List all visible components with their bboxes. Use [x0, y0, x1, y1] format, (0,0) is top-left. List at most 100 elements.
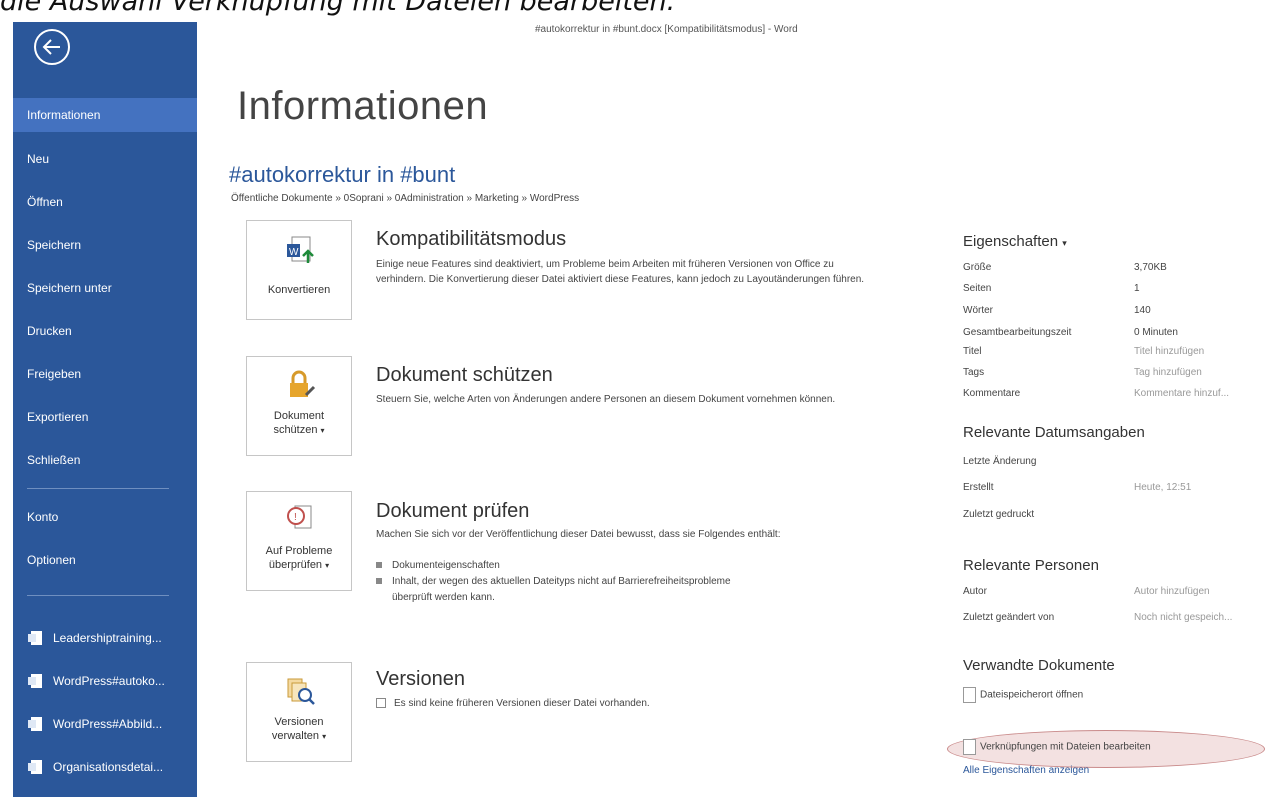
prop-value: 3,70KB	[1134, 262, 1167, 273]
nav-oeffnen[interactable]: Öffnen	[13, 185, 197, 219]
protect-document-label: Dokument	[273, 410, 325, 422]
prop-key: Größe	[963, 262, 992, 273]
nav-drucken[interactable]: Drucken	[13, 314, 197, 348]
prop-value: Noch nicht gespeich...	[1134, 612, 1233, 623]
dropdown-caret-icon: ▾	[322, 732, 327, 741]
versions-icon	[287, 678, 315, 705]
nav-neu[interactable]: Neu	[13, 142, 197, 176]
caption-text: die Auswahl Verknüpfung mit Dateien bear…	[0, 0, 676, 17]
nav-schliessen[interactable]: Schließen	[13, 443, 197, 477]
prop-key: Gesamtbearbeitungszeit	[963, 327, 1072, 338]
show-all-properties-link[interactable]: Alle Eigenschaften anzeigen	[963, 765, 1089, 776]
inspect-bullet-continuation: überprüft werden kann.	[392, 592, 495, 603]
people-heading: Relevante Personen	[963, 557, 1099, 574]
sidebar-divider	[27, 595, 169, 596]
convert-button-label: Konvertieren	[267, 284, 331, 296]
check-issues-label-2: überprüfen ▾	[268, 559, 330, 571]
sidebar-divider	[27, 488, 169, 489]
check-issues-label: Auf Probleme	[265, 545, 333, 557]
manage-versions-label-2: verwalten ▾	[271, 730, 327, 742]
page-title: Informationen	[237, 84, 489, 128]
prop-value: 0 Minuten	[1134, 327, 1178, 338]
word-document-icon	[28, 631, 42, 645]
document-name: #autokorrektur in #bunt	[229, 162, 456, 187]
convert-document-icon: W	[287, 236, 314, 263]
protect-heading: Dokument schützen	[376, 364, 553, 386]
dropdown-caret-icon: ▾	[325, 561, 330, 570]
prop-key: Tags	[963, 367, 985, 378]
protect-document-label-2: schützen ▾	[273, 424, 325, 436]
inspect-bullet: Inhalt, der wegen des aktuellen Dateityp…	[376, 574, 731, 589]
compatibility-heading: Kompatibilitätsmodus	[376, 228, 567, 250]
properties-panel: Eigenschaften ▾ Größe 3,70KB Seiten 1 Wö…	[947, 22, 1283, 797]
tags-field[interactable]: Tag hinzufügen	[1134, 367, 1283, 378]
title-field[interactable]: Titel hinzufügen	[1134, 346, 1283, 357]
lock-icon	[290, 370, 316, 397]
prop-value: 140	[1134, 305, 1151, 316]
protect-text: Steuern Sie, welche Arten von Änderungen…	[376, 394, 836, 405]
versions-icon-small	[376, 698, 386, 709]
versions-heading: Versionen	[376, 668, 465, 690]
inspect-heading: Dokument prüfen	[376, 500, 530, 522]
prop-key: Zuletzt gedruckt	[963, 509, 1035, 520]
comments-field[interactable]: Kommentare hinzuf...	[1134, 388, 1283, 399]
author-field[interactable]: Autor hinzufügen	[1134, 586, 1283, 597]
recent-document[interactable]: Organisationsdetai...	[13, 750, 197, 784]
properties-heading[interactable]: Eigenschaften ▾	[963, 233, 1067, 250]
inspect-text: Machen Sie sich vor der Veröffentlichung…	[376, 529, 781, 540]
prop-key: Wörter	[963, 305, 993, 316]
dropdown-caret-icon: ▾	[320, 426, 325, 435]
bullet-icon	[376, 578, 382, 585]
nav-speichern[interactable]: Speichern	[13, 228, 197, 262]
recent-document[interactable]: Leadershiptraining...	[13, 621, 197, 655]
protect-document-button[interactable]: Dokument schützen ▾	[246, 356, 352, 456]
prop-key: Letzte Änderung	[963, 456, 1037, 467]
convert-button[interactable]: W Konvertieren	[246, 220, 352, 320]
prop-key: Autor	[963, 586, 987, 597]
nav-exportieren[interactable]: Exportieren	[13, 400, 197, 434]
svg-text:!: !	[294, 512, 297, 523]
nav-freigeben[interactable]: Freigeben	[13, 357, 197, 391]
manage-versions-button[interactable]: Versionen verwalten ▾	[246, 662, 352, 762]
word-document-icon	[28, 717, 42, 731]
prop-value: 1	[1134, 283, 1140, 294]
prop-key: Seiten	[963, 283, 992, 294]
document-link-icon	[963, 739, 976, 755]
recent-document-label: WordPress#autoko...	[53, 674, 165, 688]
prop-key: Erstellt	[963, 482, 994, 493]
dates-heading: Relevante Datumsangaben	[963, 424, 1145, 441]
edit-links-to-files-link[interactable]: Verknüpfungen mit Dateien bearbeiten	[963, 739, 1151, 755]
manage-versions-label: Versionen	[274, 716, 324, 728]
check-issues-button[interactable]: ! Auf Probleme überprüfen ▾	[246, 491, 352, 591]
nav-speichern-unter[interactable]: Speichern unter	[13, 271, 197, 305]
word-document-icon	[28, 674, 42, 688]
prop-key: Kommentare	[963, 388, 1021, 399]
recent-document-label: Leadershiptraining...	[53, 631, 162, 645]
dropdown-caret-icon: ▾	[1062, 238, 1067, 248]
nav-optionen[interactable]: Optionen	[13, 543, 197, 577]
recent-document-label: Organisationsdetai...	[53, 760, 164, 774]
backstage-sidebar: Informationen Neu Öffnen Speichern Speic…	[13, 22, 197, 797]
inspect-bullet: Dokumenteigenschaften	[376, 558, 500, 573]
recent-document[interactable]: WordPress#autoko...	[13, 664, 197, 698]
info-pane: Informationen #autokorrektur in #bunt Öf…	[197, 22, 1283, 797]
related-docs-heading: Verwandte Dokumente	[963, 657, 1115, 674]
svg-text:W: W	[289, 247, 299, 258]
document-path[interactable]: Öffentliche Dokumente » 0Soprani » 0Admi…	[231, 193, 579, 204]
word-backstage-window: Informationen Neu Öffnen Speichern Speic…	[13, 22, 1283, 797]
open-file-location-link[interactable]: Dateispeicherort öffnen	[963, 687, 1083, 703]
prop-key: Titel	[963, 346, 982, 357]
recent-document[interactable]: WordPress#Abbild...	[13, 707, 197, 741]
word-document-icon	[28, 760, 42, 774]
prop-value: Heute, 12:51	[1134, 482, 1192, 493]
inspect-document-icon: !	[287, 505, 312, 529]
compatibility-text: Einige neue Features sind deaktiviert, u…	[376, 259, 865, 285]
bullet-icon	[376, 562, 382, 569]
arrow-left-icon	[42, 39, 60, 55]
prop-key: Zuletzt geändert von	[963, 612, 1055, 623]
back-button[interactable]	[34, 29, 70, 65]
document-icon	[963, 687, 976, 703]
nav-informationen[interactable]: Informationen	[13, 98, 197, 132]
nav-konto[interactable]: Konto	[13, 500, 197, 534]
versions-text: Es sind keine früheren Versionen dieser …	[376, 696, 886, 711]
